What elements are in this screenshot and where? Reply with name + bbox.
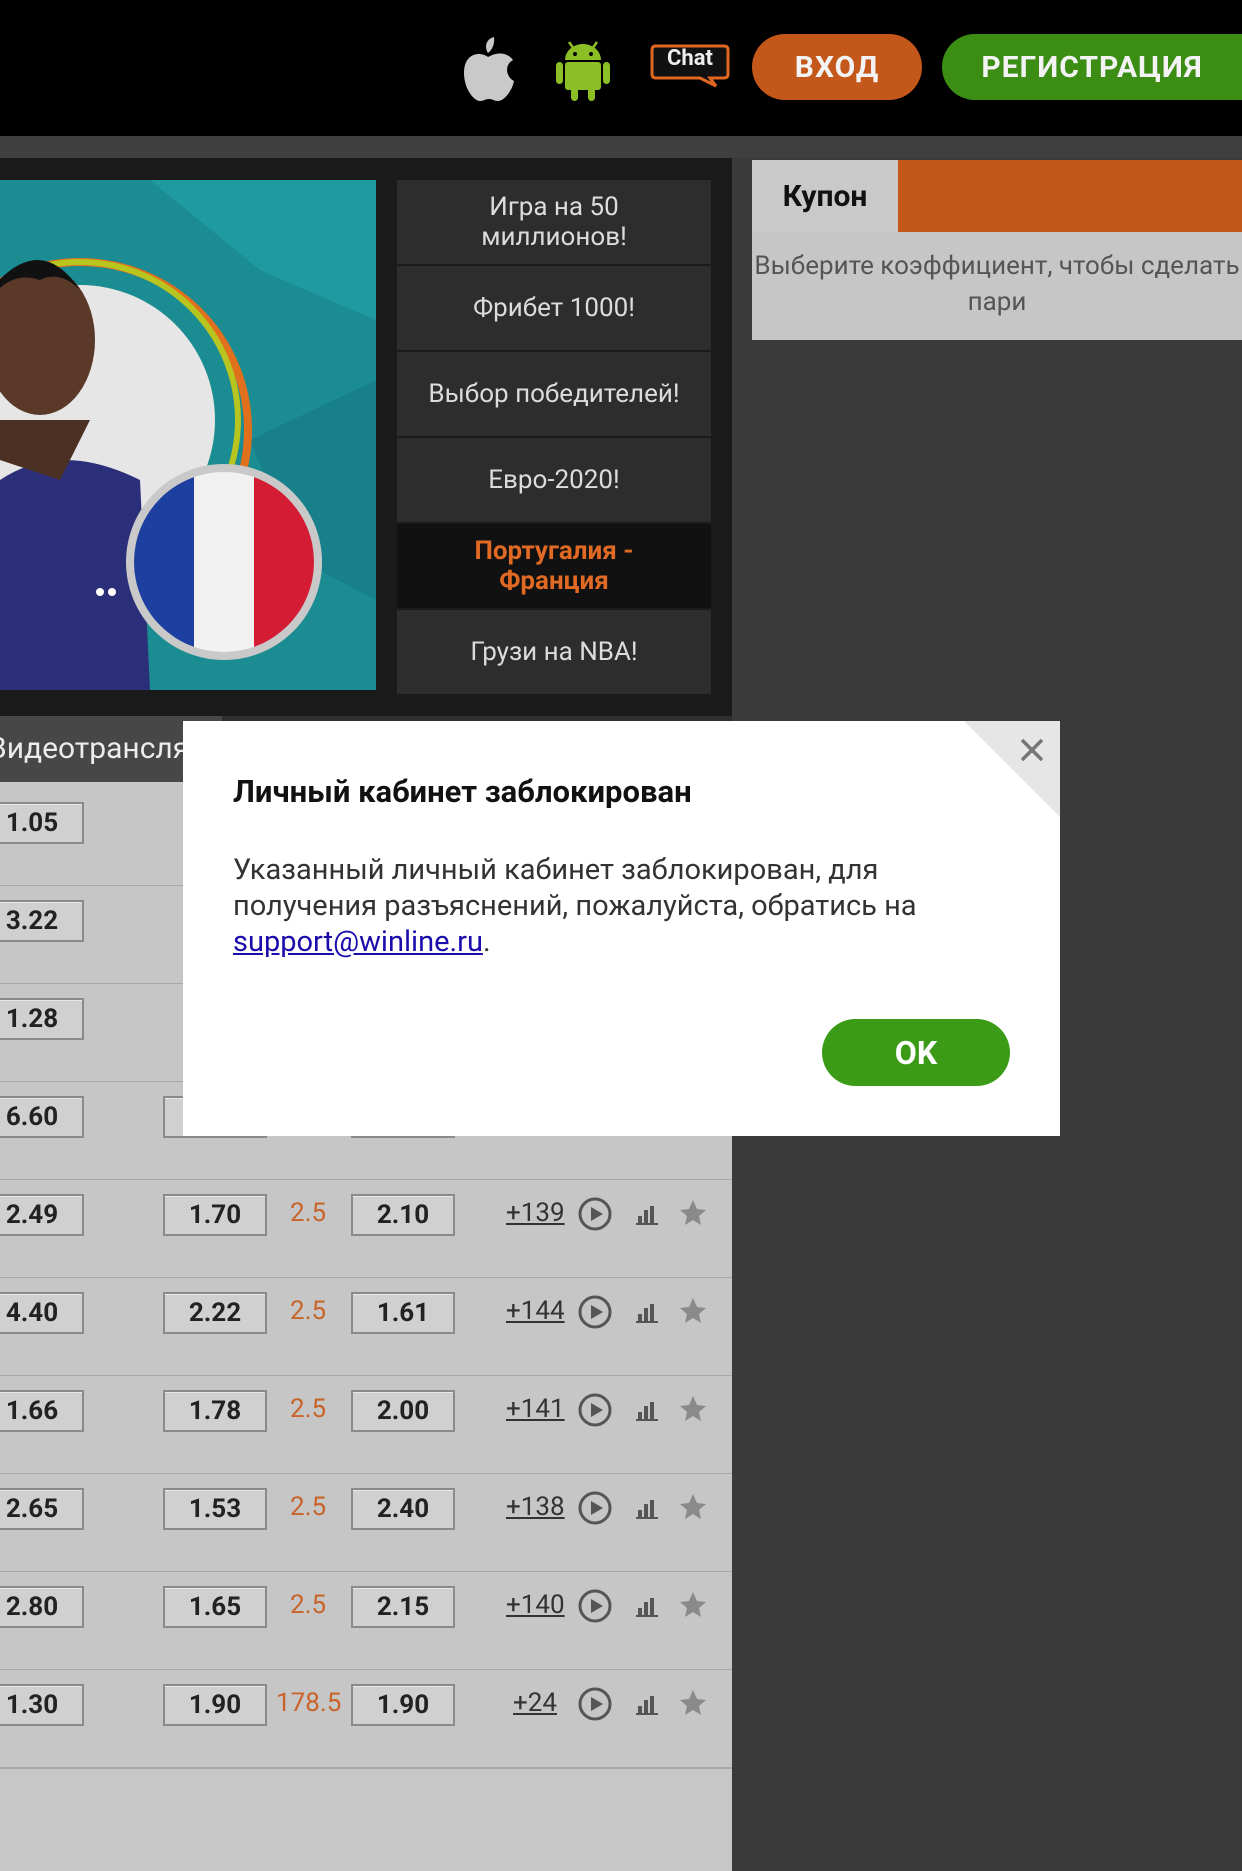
odds-p2-button[interactable]: 1.66: [0, 1390, 84, 1432]
promo-menu-item[interactable]: Игра на 50 миллионов!: [397, 180, 711, 264]
statistics-icon[interactable]: [636, 1398, 660, 1422]
odds-over-button[interactable]: 1.90: [351, 1684, 455, 1726]
odds-p2-button[interactable]: 1.05: [0, 802, 84, 844]
odds-over-button[interactable]: 2.10: [351, 1194, 455, 1236]
more-markets-link[interactable]: +144: [506, 1296, 565, 1326]
odds-p2-button[interactable]: 4.40: [0, 1292, 84, 1334]
tab-coupon[interactable]: Купон: [752, 160, 898, 232]
odds-over-button[interactable]: 1.61: [351, 1292, 455, 1334]
more-markets-link[interactable]: +138: [506, 1492, 565, 1522]
promo-menu-item[interactable]: Грузи на NBA!: [397, 610, 711, 694]
video-play-icon[interactable]: [577, 1294, 613, 1330]
favorite-star-icon[interactable]: [678, 1198, 708, 1228]
support-email-link[interactable]: support@winline.ru: [233, 925, 483, 959]
odds-under-button[interactable]: 2.22: [163, 1292, 267, 1334]
statistics-icon[interactable]: [636, 1594, 660, 1618]
odds-under-button[interactable]: 1.65: [163, 1586, 267, 1628]
ok-button[interactable]: OK: [822, 1019, 1010, 1086]
total-value: 2.5: [290, 1590, 327, 1620]
android-icon[interactable]: [553, 38, 613, 102]
total-value: 2.5: [290, 1492, 327, 1522]
favorite-star-icon[interactable]: [678, 1296, 708, 1326]
chat-button[interactable]: Chat: [650, 44, 730, 88]
odds-over-button[interactable]: 2.40: [351, 1488, 455, 1530]
login-button[interactable]: ВХОД: [752, 34, 922, 100]
video-play-icon[interactable]: [577, 1686, 613, 1722]
promo-banner-image[interactable]: [0, 180, 376, 690]
promo-menu-item[interactable]: Евро-2020!: [397, 438, 711, 522]
more-markets-link[interactable]: +140: [506, 1590, 565, 1620]
promo-menu-item-active[interactable]: Португалия - Франция: [397, 524, 711, 608]
total-value: 178.5: [276, 1688, 342, 1718]
total-value: 2.5: [290, 1296, 327, 1326]
statistics-icon[interactable]: [636, 1202, 660, 1226]
favorite-star-icon[interactable]: [678, 1688, 708, 1718]
dialog-message-text: Указанный личный кабинет заблокирован, д…: [233, 853, 917, 923]
dialog-message-suffix: .: [482, 925, 491, 959]
statistics-icon[interactable]: [636, 1300, 660, 1324]
video-play-icon[interactable]: [577, 1196, 613, 1232]
odds-p2-button[interactable]: 2.80: [0, 1586, 84, 1628]
odds-p2-button[interactable]: 1.28: [0, 998, 84, 1040]
video-play-icon[interactable]: [577, 1490, 613, 1526]
odds-under-button[interactable]: 1.78: [163, 1390, 267, 1432]
header-divider: [0, 136, 1242, 158]
odds-p2-button[interactable]: 6.60: [0, 1096, 84, 1138]
apple-icon[interactable]: [458, 35, 518, 103]
video-play-icon[interactable]: [577, 1588, 613, 1624]
odds-under-button[interactable]: 1.90: [163, 1684, 267, 1726]
favorite-star-icon[interactable]: [678, 1492, 708, 1522]
odds-under-button[interactable]: 1.53: [163, 1488, 267, 1530]
more-markets-link[interactable]: +24: [513, 1688, 557, 1718]
total-value: 2.5: [290, 1394, 327, 1424]
statistics-icon[interactable]: [636, 1496, 660, 1520]
odds-under-button[interactable]: 1.70: [163, 1194, 267, 1236]
odds-over-button[interactable]: 2.15: [351, 1586, 455, 1628]
video-play-icon[interactable]: [577, 1392, 613, 1428]
promo-menu-item[interactable]: Фрибет 1000!: [397, 266, 711, 350]
odds-p2-button[interactable]: 2.65: [0, 1488, 84, 1530]
dialog-title: Личный кабинет заблокирован: [233, 773, 692, 810]
register-button[interactable]: РЕГИСТРАЦИЯ: [942, 34, 1242, 100]
close-icon[interactable]: [1014, 732, 1050, 768]
odds-p2-button[interactable]: 2.49: [0, 1194, 84, 1236]
promo-menu: Игра на 50 миллионов! Фрибет 1000! Выбор…: [397, 180, 711, 696]
favorite-star-icon[interactable]: [678, 1394, 708, 1424]
odds-over-button[interactable]: 2.00: [351, 1390, 455, 1432]
more-markets-link[interactable]: +139: [506, 1198, 565, 1228]
promo-menu-item[interactable]: Выбор победителей!: [397, 352, 711, 436]
favorite-star-icon[interactable]: [678, 1590, 708, 1620]
chat-label: Chat: [667, 46, 713, 71]
total-value: 2.5: [290, 1198, 327, 1228]
statistics-icon[interactable]: [636, 1692, 660, 1716]
coupon-hint: Выберите коэффициент, чтобы сделать пари: [754, 251, 1240, 317]
dialog-message: Указанный личный кабинет заблокирован, д…: [233, 852, 1013, 960]
odds-p2-button[interactable]: 3.22: [0, 900, 84, 942]
more-markets-link[interactable]: +141: [506, 1394, 565, 1424]
odds-p2-button[interactable]: 1.30: [0, 1684, 84, 1726]
